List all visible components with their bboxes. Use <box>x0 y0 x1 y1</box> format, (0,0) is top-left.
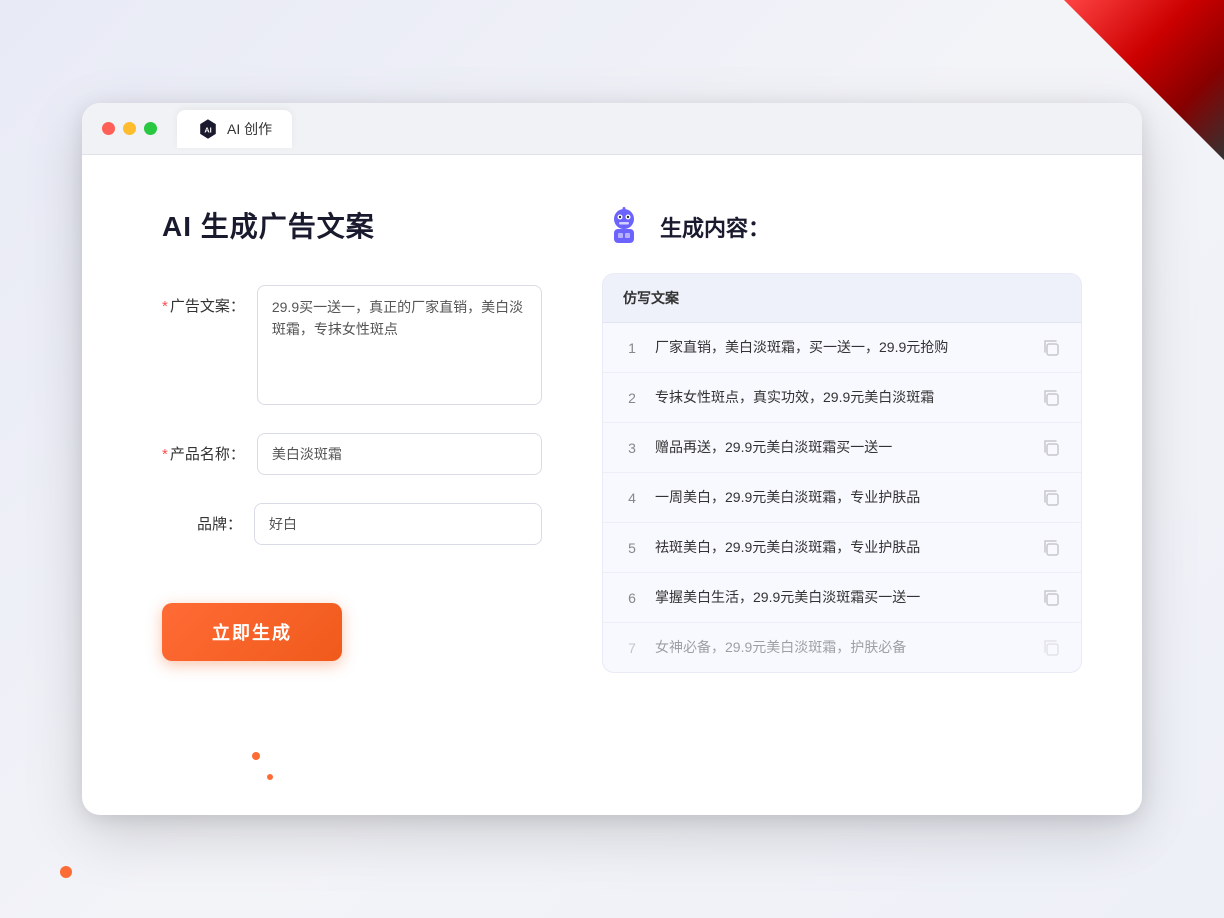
copy-icon-6[interactable] <box>1041 588 1061 608</box>
row-number-2: 2 <box>623 390 641 406</box>
result-title: 生成内容： <box>660 211 770 243</box>
row-text-6: 掌握美白生活，29.9元美白淡斑霜买一送一 <box>655 587 1027 608</box>
table-row: 2 专抹女性斑点，真实功效，29.9元美白淡斑霜 <box>603 373 1081 423</box>
row-number-5: 5 <box>623 540 641 556</box>
generate-button[interactable]: 立即生成 <box>162 603 342 661</box>
close-button[interactable] <box>102 122 115 135</box>
product-name-group: *产品名称： <box>162 433 542 475</box>
maximize-button[interactable] <box>144 122 157 135</box>
ad-copy-group: *广告文案： <box>162 285 542 405</box>
page-title: AI 生成广告文案 <box>162 205 542 245</box>
product-name-label: *产品名称： <box>162 433 245 464</box>
title-bar: AI AI 创作 <box>82 103 1142 155</box>
copy-icon-5[interactable] <box>1041 538 1061 558</box>
row-text-5: 祛斑美白，29.9元美白淡斑霜，专业护肤品 <box>655 537 1027 558</box>
browser-window: AI AI 创作 AI 生成广告文案 *广告文案： *产品名称： <box>82 103 1142 815</box>
svg-text:AI: AI <box>204 125 211 134</box>
row-number-7: 7 <box>623 640 641 656</box>
row-number-4: 4 <box>623 490 641 506</box>
copy-icon-1[interactable] <box>1041 338 1061 358</box>
right-panel: 生成内容： 仿写文案 1 厂家直销，美白淡斑霜，买一送一，29.9元抢购 2 <box>602 205 1082 765</box>
ai-tab[interactable]: AI AI 创作 <box>177 110 292 148</box>
traffic-lights <box>102 122 157 135</box>
ad-copy-input[interactable] <box>257 285 542 405</box>
product-name-required: * <box>162 446 168 463</box>
product-name-input[interactable] <box>257 433 542 475</box>
copy-icon-7[interactable] <box>1041 638 1061 658</box>
result-table: 仿写文案 1 厂家直销，美白淡斑霜，买一送一，29.9元抢购 2 专抹女性斑点，… <box>602 273 1082 673</box>
brand-group: 品牌： <box>162 503 542 545</box>
left-panel: AI 生成广告文案 *广告文案： *产品名称： 品牌： 立 <box>162 205 542 765</box>
row-number-3: 3 <box>623 440 641 456</box>
table-row: 7 女神必备，29.9元美白淡斑霜，护肤必备 <box>603 623 1081 672</box>
brand-label: 品牌： <box>162 503 242 534</box>
table-row: 6 掌握美白生活，29.9元美白淡斑霜买一送一 <box>603 573 1081 623</box>
row-text-2: 专抹女性斑点，真实功效，29.9元美白淡斑霜 <box>655 387 1027 408</box>
tab-label: AI 创作 <box>227 119 272 139</box>
copy-icon-2[interactable] <box>1041 388 1061 408</box>
table-header: 仿写文案 <box>603 274 1081 323</box>
copy-icon-4[interactable] <box>1041 488 1061 508</box>
table-row: 3 赠品再送，29.9元美白淡斑霜买一送一 <box>603 423 1081 473</box>
table-row: 5 祛斑美白，29.9元美白淡斑霜，专业护肤品 <box>603 523 1081 573</box>
ad-copy-label: *广告文案： <box>162 285 245 316</box>
row-text-1: 厂家直销，美白淡斑霜，买一送一，29.9元抢购 <box>655 337 1027 358</box>
row-number-6: 6 <box>623 590 641 606</box>
main-content: AI 生成广告文案 *广告文案： *产品名称： 品牌： 立 <box>82 155 1142 815</box>
row-number-1: 1 <box>623 340 641 356</box>
row-text-4: 一周美白，29.9元美白淡斑霜，专业护肤品 <box>655 487 1027 508</box>
row-text-3: 赠品再送，29.9元美白淡斑霜买一送一 <box>655 437 1027 458</box>
result-header: 生成内容： <box>602 205 1082 249</box>
table-row: 4 一周美白，29.9元美白淡斑霜，专业护肤品 <box>603 473 1081 523</box>
row-text-7: 女神必备，29.9元美白淡斑霜，护肤必备 <box>655 637 1027 658</box>
copy-icon-3[interactable] <box>1041 438 1061 458</box>
table-row: 1 厂家直销，美白淡斑霜，买一送一，29.9元抢购 <box>603 323 1081 373</box>
brand-input[interactable] <box>254 503 542 545</box>
ad-copy-required: * <box>162 298 168 315</box>
minimize-button[interactable] <box>123 122 136 135</box>
ai-tab-icon: AI <box>197 118 219 140</box>
decorative-dot-2 <box>267 774 273 780</box>
robot-icon <box>602 205 646 249</box>
decorative-dot-1 <box>252 752 260 760</box>
